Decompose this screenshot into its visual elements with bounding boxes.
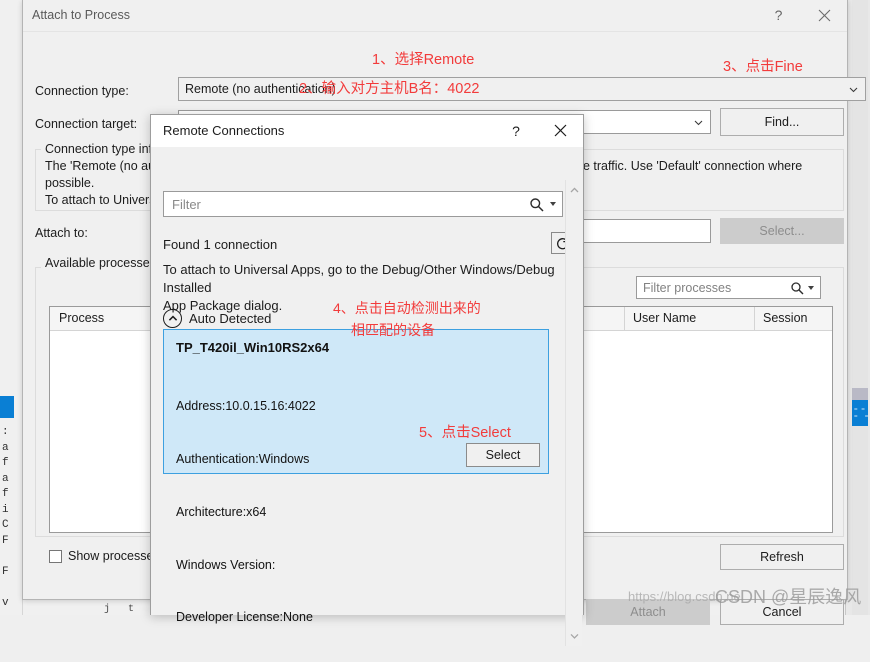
attach-to-label: Attach to: — [35, 226, 88, 240]
chevron-up-icon[interactable] — [566, 182, 582, 198]
chevron-up-circle-icon[interactable] — [163, 309, 182, 328]
connection-target-label: Connection target: — [35, 117, 137, 131]
annotation-step-3: 3、点击Fine — [723, 57, 803, 77]
help-question-icon[interactable]: ? — [495, 115, 537, 146]
remote-connections-scrollbar[interactable] — [565, 180, 582, 646]
background-code-fragment-left: : a f a f i C F F v — [2, 425, 20, 611]
connection-info-line-1: The 'Remote (no aut — [45, 158, 159, 175]
connection-info-right-line: e traffic. Use 'Default' connection wher… — [583, 158, 802, 175]
connection-developer-license: Developer License:None — [176, 609, 316, 627]
remote-filter-placeholder: Filter — [172, 197, 201, 212]
search-icon[interactable] — [529, 197, 544, 212]
chevron-down-icon[interactable] — [808, 286, 814, 290]
annotation-step-2: 2、输入对方主机B名：4022 — [299, 79, 480, 99]
close-icon[interactable] — [802, 0, 847, 30]
column-header-session[interactable]: Session — [763, 311, 807, 325]
remote-connection-card[interactable]: TP_T420il_Win10RS2x64 Address:10.0.15.16… — [163, 329, 549, 474]
column-header-process[interactable]: Process — [59, 311, 104, 325]
found-connections-text: Found 1 connection — [163, 237, 277, 252]
checkbox-box[interactable] — [49, 550, 62, 563]
background-scrollbar-dots: = = = = — [854, 406, 866, 420]
chevron-down-icon — [692, 116, 705, 129]
filter-processes-placeholder: Filter processes — [643, 281, 731, 295]
column-header-user-name[interactable]: User Name — [633, 311, 696, 325]
auto-detected-label: Auto Detected — [189, 311, 271, 326]
refresh-button[interactable]: Refresh — [720, 544, 844, 570]
close-icon[interactable] — [539, 115, 581, 146]
column-divider[interactable] — [624, 307, 625, 330]
annotation-step-4-line-2: 相匹配的设备 — [351, 320, 435, 340]
chevron-down-icon — [847, 83, 860, 96]
attach-button[interactable]: Attach — [586, 599, 710, 625]
screen-root: : a f a f i C F F v = = = = j t f \ f\\ … — [0, 0, 870, 615]
annotation-step-1: 1、选择Remote — [372, 50, 474, 70]
connection-properties: Address:10.0.15.16:4022 Authentication:W… — [176, 363, 316, 662]
remote-connections-body: Filter Found 1 connection To attach to U… — [151, 147, 583, 615]
remote-connections-dialog: Remote Connections ? Filter Found 1 conn… — [150, 114, 584, 615]
connection-name: TP_T420il_Win10RS2x64 — [176, 340, 329, 355]
connection-architecture: Architecture:x64 — [176, 504, 316, 522]
annotation-step-5: 5、点击Select — [419, 423, 511, 443]
connection-windows-version: Windows Version: — [176, 557, 316, 575]
connection-address: Address:10.0.15.16:4022 — [176, 398, 316, 416]
connection-authentication: Authentication:Windows — [176, 451, 316, 469]
select-type-button[interactable]: Select... — [720, 218, 844, 244]
annotation-step-4-line-1: 4、点击自动检测出来的 — [333, 298, 481, 318]
connection-select-button[interactable]: Select — [466, 443, 540, 467]
attach-to-process-titlebar: Attach to Process ? — [23, 0, 847, 32]
background-selection-highlight — [0, 396, 14, 418]
background-scrollbar-thumb[interactable] — [852, 388, 868, 400]
auto-detected-section-header[interactable]: Auto Detected — [163, 309, 271, 328]
window-title: Attach to Process — [32, 8, 130, 22]
remote-connections-titlebar: Remote Connections ? — [151, 115, 583, 147]
chevron-down-icon[interactable] — [550, 202, 556, 206]
find-button[interactable]: Find... — [720, 108, 844, 136]
chevron-down-icon[interactable] — [566, 628, 582, 644]
search-icon[interactable] — [790, 281, 804, 295]
column-divider[interactable] — [754, 307, 755, 330]
cancel-button[interactable]: Cancel — [720, 599, 844, 625]
filter-processes-input[interactable]: Filter processes — [636, 276, 821, 299]
help-question-icon[interactable]: ? — [756, 0, 801, 30]
connection-info-line-2: possible. — [45, 175, 94, 192]
remote-filter-input[interactable]: Filter — [163, 191, 563, 217]
available-processes-legend: Available processes — [41, 256, 160, 270]
universal-apps-hint-line-1: To attach to Universal Apps, go to the D… — [163, 261, 575, 297]
connection-type-combo[interactable]: Remote (no authentication) — [178, 77, 866, 101]
remote-connections-title: Remote Connections — [163, 123, 284, 138]
connection-type-label: Connection type: — [35, 84, 129, 98]
connection-info-line-3: To attach to Universa — [45, 192, 162, 209]
